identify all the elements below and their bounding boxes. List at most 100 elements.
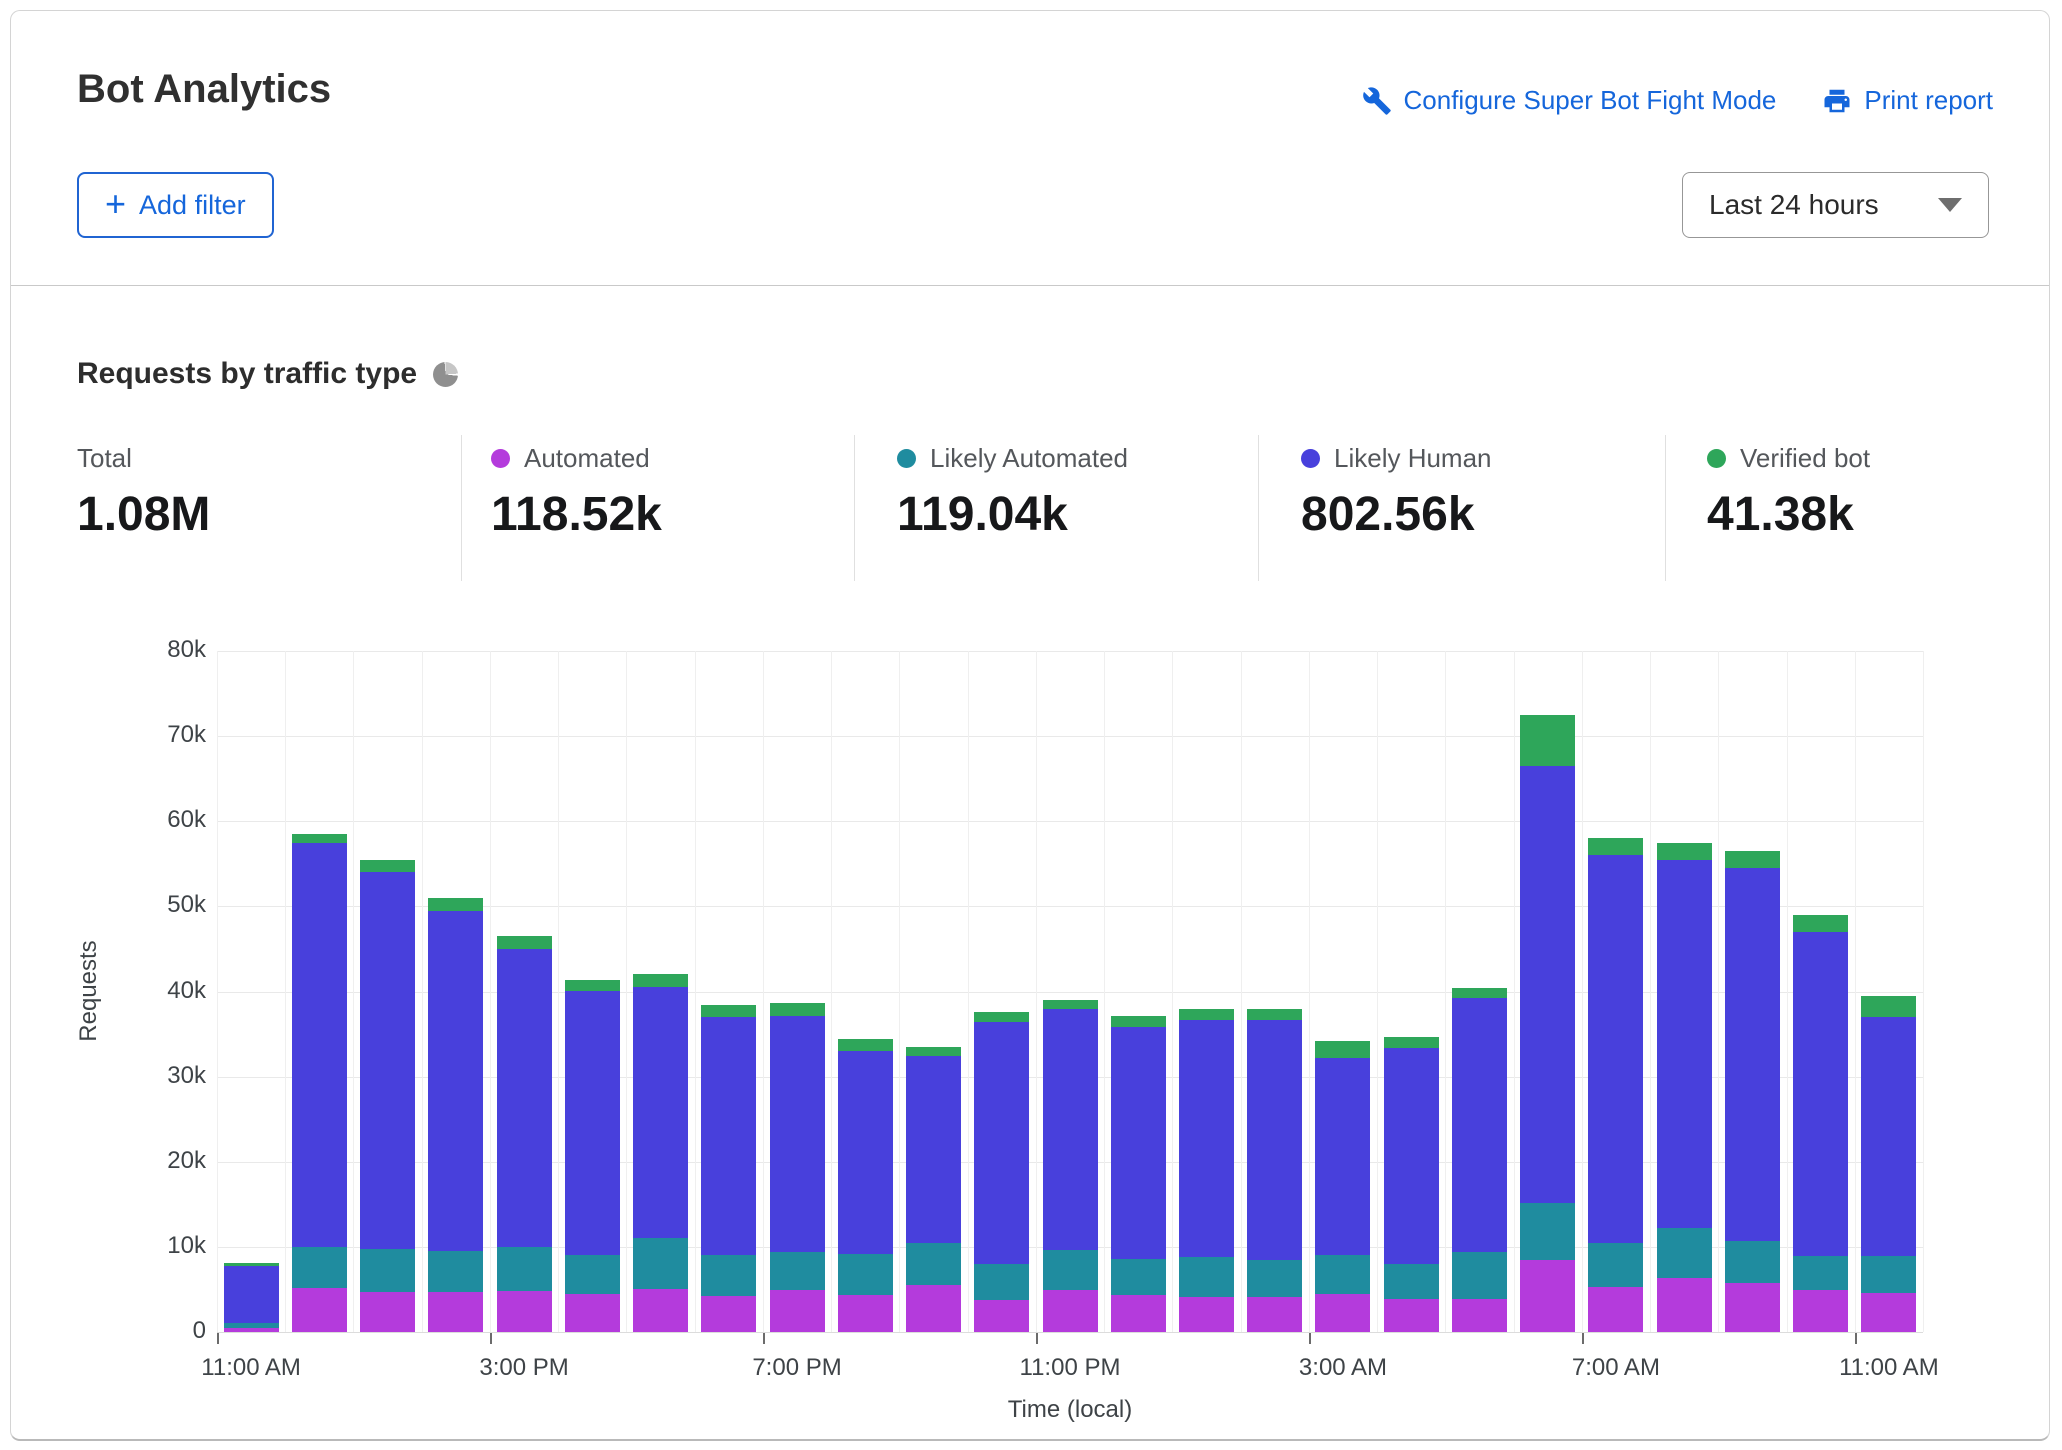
bar-1200pm[interactable] bbox=[292, 834, 347, 1332]
bar-segment-likely-automated bbox=[1111, 1259, 1166, 1296]
bar-segment-automated bbox=[1043, 1290, 1098, 1332]
bar-segment-likely-human bbox=[360, 872, 415, 1249]
gridline-horizontal bbox=[217, 1332, 1923, 1333]
y-tick-label: 30k bbox=[106, 1062, 206, 1090]
bar-100am[interactable] bbox=[1179, 1009, 1234, 1332]
bar-segment-likely-human bbox=[1315, 1058, 1370, 1255]
bar-segment-likely-automated bbox=[633, 1238, 688, 1289]
bar-300am[interactable] bbox=[1315, 1041, 1370, 1332]
gridline-vertical bbox=[831, 651, 832, 1332]
bar-300pm[interactable] bbox=[497, 936, 552, 1332]
bar-200pm[interactable] bbox=[428, 898, 483, 1332]
gridline-vertical bbox=[558, 651, 559, 1332]
x-axis-tick bbox=[763, 1333, 765, 1344]
bar-1000pm[interactable] bbox=[974, 1012, 1029, 1332]
bar-segment-verified-bot bbox=[633, 974, 688, 987]
bar-segment-likely-automated bbox=[1520, 1203, 1575, 1261]
bar-segment-likely-human bbox=[1452, 998, 1507, 1252]
bar-segment-likely-automated bbox=[701, 1255, 756, 1296]
bar-1100am[interactable] bbox=[1861, 996, 1916, 1332]
bar-400pm[interactable] bbox=[565, 980, 620, 1332]
bar-segment-automated bbox=[428, 1292, 483, 1332]
bar-segment-verified-bot bbox=[360, 860, 415, 873]
gridline-vertical bbox=[285, 651, 286, 1332]
bar-segment-likely-automated bbox=[1725, 1241, 1780, 1284]
bar-segment-verified-bot bbox=[770, 1003, 825, 1016]
y-tick-label: 0 bbox=[106, 1317, 206, 1345]
bar-segment-likely-automated bbox=[360, 1249, 415, 1292]
page: { "header": { "title": "Bot Analytics", … bbox=[0, 0, 2062, 1450]
bar-500pm[interactable] bbox=[633, 974, 688, 1332]
x-axis-tick bbox=[1036, 1333, 1038, 1344]
bar-segment-likely-human bbox=[770, 1016, 825, 1252]
bar-segment-verified-bot bbox=[1452, 988, 1507, 998]
bar-segment-verified-bot bbox=[1111, 1016, 1166, 1027]
bar-segment-likely-human bbox=[428, 911, 483, 1252]
bar-segment-verified-bot bbox=[565, 980, 620, 991]
gridline-vertical bbox=[1582, 651, 1583, 1332]
gridline-vertical bbox=[968, 651, 969, 1332]
bar-segment-likely-human bbox=[1247, 1020, 1302, 1260]
gridline-vertical bbox=[899, 651, 900, 1332]
bar-segment-likely-automated bbox=[1179, 1257, 1234, 1297]
bar-segment-automated bbox=[360, 1292, 415, 1332]
gridline-vertical bbox=[1377, 651, 1378, 1332]
bar-700pm[interactable] bbox=[770, 1003, 825, 1332]
gridline-vertical bbox=[1172, 651, 1173, 1332]
bar-segment-likely-human bbox=[974, 1022, 1029, 1264]
bar-400am[interactable] bbox=[1384, 1037, 1439, 1332]
bar-segment-automated bbox=[1111, 1295, 1166, 1332]
bar-900pm[interactable] bbox=[906, 1047, 961, 1332]
y-tick-label: 20k bbox=[106, 1147, 206, 1175]
bar-segment-automated bbox=[497, 1291, 552, 1332]
bar-800am[interactable] bbox=[1657, 843, 1712, 1332]
bar-700am[interactable] bbox=[1588, 838, 1643, 1332]
bar-900am[interactable] bbox=[1725, 851, 1780, 1332]
bar-segment-verified-bot bbox=[1520, 715, 1575, 766]
bar-200am[interactable] bbox=[1247, 1009, 1302, 1332]
bar-segment-likely-human bbox=[497, 949, 552, 1247]
bar-1000am[interactable] bbox=[1793, 915, 1848, 1332]
bar-segment-likely-automated bbox=[906, 1243, 961, 1286]
bar-1200am[interactable] bbox=[1111, 1016, 1166, 1332]
bar-segment-verified-bot bbox=[838, 1039, 893, 1051]
bar-segment-likely-human bbox=[1725, 868, 1780, 1241]
bar-1100am[interactable] bbox=[224, 1263, 279, 1332]
bar-segment-verified-bot bbox=[428, 898, 483, 911]
bar-segment-likely-automated bbox=[1793, 1256, 1848, 1290]
bar-segment-automated bbox=[633, 1289, 688, 1332]
bar-segment-likely-human bbox=[1520, 766, 1575, 1203]
gridline-vertical bbox=[1855, 651, 1856, 1332]
x-tick-label: 3:00 AM bbox=[1253, 1354, 1433, 1382]
gridline-horizontal bbox=[217, 821, 1923, 822]
bar-segment-verified-bot bbox=[1861, 996, 1916, 1017]
bar-segment-likely-automated bbox=[1588, 1243, 1643, 1287]
bar-600pm[interactable] bbox=[701, 1005, 756, 1332]
x-tick-label: 3:00 PM bbox=[434, 1354, 614, 1382]
bar-segment-likely-human bbox=[1588, 855, 1643, 1242]
bar-1100pm[interactable] bbox=[1043, 1000, 1098, 1332]
bar-500am[interactable] bbox=[1452, 988, 1507, 1332]
bar-segment-automated bbox=[1861, 1293, 1916, 1332]
bar-segment-automated bbox=[1384, 1299, 1439, 1332]
bar-segment-likely-human bbox=[838, 1051, 893, 1254]
x-tick-label: 11:00 AM bbox=[161, 1354, 341, 1382]
gridline-vertical bbox=[1309, 651, 1310, 1332]
bar-800pm[interactable] bbox=[838, 1039, 893, 1332]
bar-segment-automated bbox=[224, 1328, 279, 1332]
bar-100pm[interactable] bbox=[360, 860, 415, 1332]
bar-segment-automated bbox=[1179, 1297, 1234, 1332]
bar-segment-verified-bot bbox=[497, 936, 552, 949]
bar-segment-verified-bot bbox=[1793, 915, 1848, 932]
bar-segment-likely-automated bbox=[1861, 1256, 1916, 1293]
bar-segment-likely-automated bbox=[1384, 1264, 1439, 1299]
bar-600am[interactable] bbox=[1520, 715, 1575, 1332]
bar-segment-likely-automated bbox=[838, 1254, 893, 1296]
bar-segment-verified-bot bbox=[1179, 1009, 1234, 1020]
x-tick-label: 7:00 AM bbox=[1526, 1354, 1706, 1382]
bar-segment-likely-automated bbox=[1657, 1228, 1712, 1278]
gridline-vertical bbox=[1514, 651, 1515, 1332]
bar-segment-verified-bot bbox=[974, 1012, 1029, 1022]
bar-segment-likely-human bbox=[1111, 1027, 1166, 1259]
y-tick-label: 50k bbox=[106, 891, 206, 919]
